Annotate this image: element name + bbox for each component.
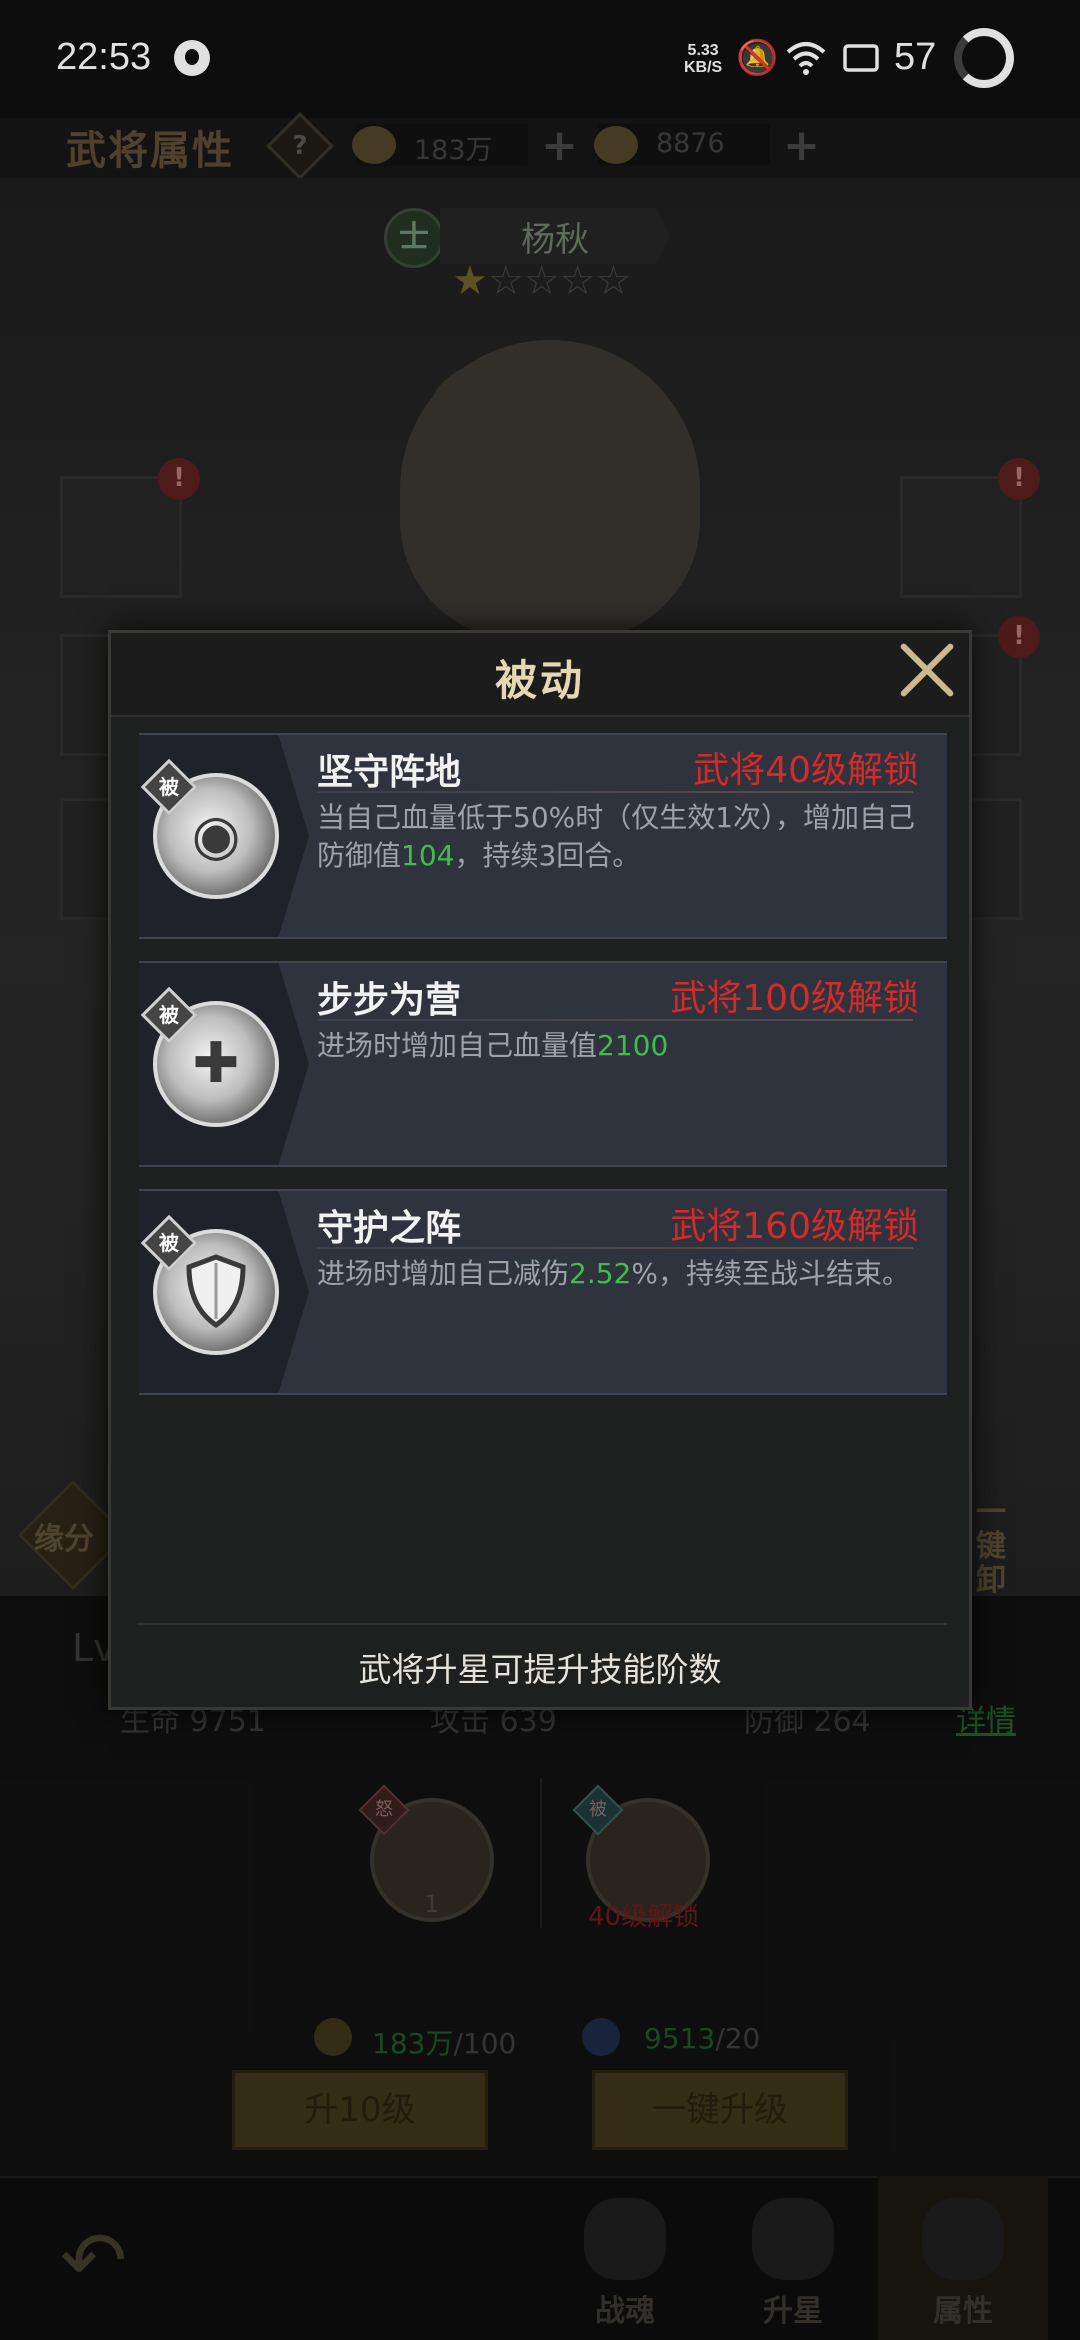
skill-description: 当自己血量低于50%时（仅生效1次），增加自己防御值104，持续3回合。 — [317, 801, 916, 872]
skill-value: 104 — [401, 839, 455, 872]
skill-description: 进场时增加自己血量值2100 — [317, 1029, 669, 1062]
skill-unlock-requirement: 武将160级解锁 — [670, 1206, 919, 1247]
passive-skills-dialog: 被动 ◉ 被 坚守阵地 武将40级解锁 当自己血量低于50%时（仅生效1次），增… — [108, 630, 972, 1710]
dialog-title: 被动 — [494, 656, 585, 705]
dialog-header: 被动 — [111, 633, 969, 717]
skill-card[interactable]: ✚ 被 步步为营 武将100级解锁 进场时增加自己血量值2100 — [139, 961, 947, 1167]
skill-unlock-requirement: 武将100级解锁 — [670, 978, 919, 1019]
passive-tag-label: 被 — [159, 1231, 179, 1255]
skill-value: 2.52 — [569, 1257, 632, 1290]
passive-tag-label: 被 — [159, 775, 179, 799]
skill-card[interactable]: 被 守护之阵 武将160级解锁 进场时增加自己减伤2.52%，持续至战斗结束。 — [139, 1189, 947, 1395]
dialog-footer-divider — [137, 1623, 947, 1625]
passive-tag-label: 被 — [159, 1003, 179, 1027]
skill-card[interactable]: ◉ 被 坚守阵地 武将40级解锁 当自己血量低于50%时（仅生效1次），增加自己… — [139, 733, 947, 939]
skill-value: 2100 — [597, 1029, 669, 1062]
skill-name: 坚守阵地 — [317, 752, 462, 793]
skill-divider — [317, 1247, 913, 1249]
skill-divider — [317, 1019, 913, 1021]
skill-unlock-requirement: 武将40级解锁 — [693, 750, 919, 791]
skill-description: 进场时增加自己减伤2.52%，持续至战斗结束。 — [317, 1257, 910, 1290]
dialog-footer-hint: 武将升星可提升技能阶数 — [358, 1650, 722, 1689]
close-button[interactable] — [889, 635, 961, 707]
skill-name: 守护之阵 — [317, 1208, 462, 1249]
skill-name: 步步为营 — [317, 980, 462, 1021]
skill-divider — [317, 791, 913, 793]
